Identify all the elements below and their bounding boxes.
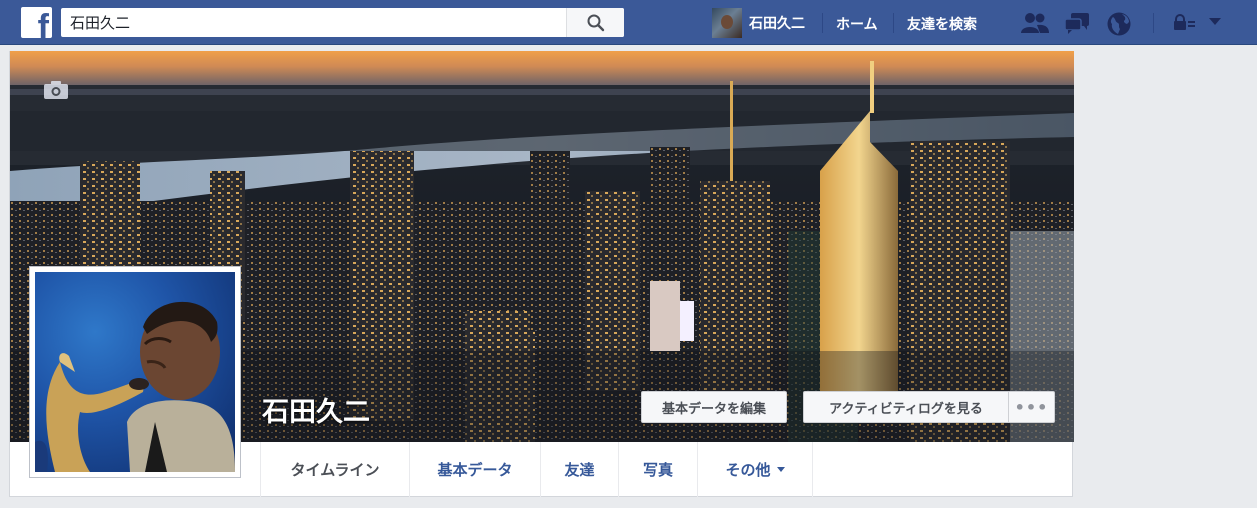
nav-divider: [822, 13, 823, 33]
top-navigation-bar: f 石田久二 ホーム 友達を検索: [0, 0, 1257, 45]
profile-tabs: タイムライン 基本データ 友達 写真 その他: [260, 442, 813, 497]
messages-icon[interactable]: [1063, 11, 1089, 35]
chevron-down-icon: [776, 467, 785, 472]
profile-header: 石田久二 基本データを編集 アクティビティログを見る ••• タイムライン 基本…: [9, 51, 1074, 497]
nav-profile-link[interactable]: 石田久二: [712, 8, 805, 38]
camera-icon[interactable]: [43, 80, 69, 100]
search-box: [61, 8, 624, 37]
profile-name[interactable]: 石田久二: [262, 390, 370, 429]
more-options-button[interactable]: •••: [1009, 391, 1055, 423]
profile-photo-image: [35, 272, 235, 472]
friend-requests-icon[interactable]: [1020, 11, 1049, 35]
nav-find-friends-link[interactable]: 友達を検索: [907, 14, 977, 34]
tab-about[interactable]: 基本データ: [410, 442, 541, 497]
activity-log-button[interactable]: アクティビティログを見る: [803, 391, 1009, 423]
tab-friends[interactable]: 友達: [541, 442, 619, 497]
tab-more[interactable]: その他: [698, 442, 813, 497]
account-menu-caret-icon[interactable]: [1208, 17, 1222, 27]
nav-divider: [893, 13, 894, 33]
nav-divider: [1153, 13, 1154, 33]
notifications-globe-icon[interactable]: [1106, 11, 1132, 36]
search-button[interactable]: [566, 8, 624, 37]
nav-user-name: 石田久二: [749, 16, 805, 32]
tab-timeline[interactable]: タイムライン: [260, 442, 410, 497]
edit-profile-button[interactable]: 基本データを編集: [641, 391, 787, 423]
profile-picture[interactable]: [29, 266, 241, 478]
privacy-lock-icon[interactable]: [1173, 14, 1199, 38]
tab-photos[interactable]: 写真: [619, 442, 698, 497]
nav-home-link[interactable]: ホーム: [836, 14, 878, 34]
search-input[interactable]: [61, 8, 566, 37]
search-icon: [587, 14, 605, 32]
facebook-logo-icon[interactable]: f: [21, 7, 52, 38]
avatar: [712, 8, 742, 38]
tab-more-label: その他: [725, 461, 771, 479]
